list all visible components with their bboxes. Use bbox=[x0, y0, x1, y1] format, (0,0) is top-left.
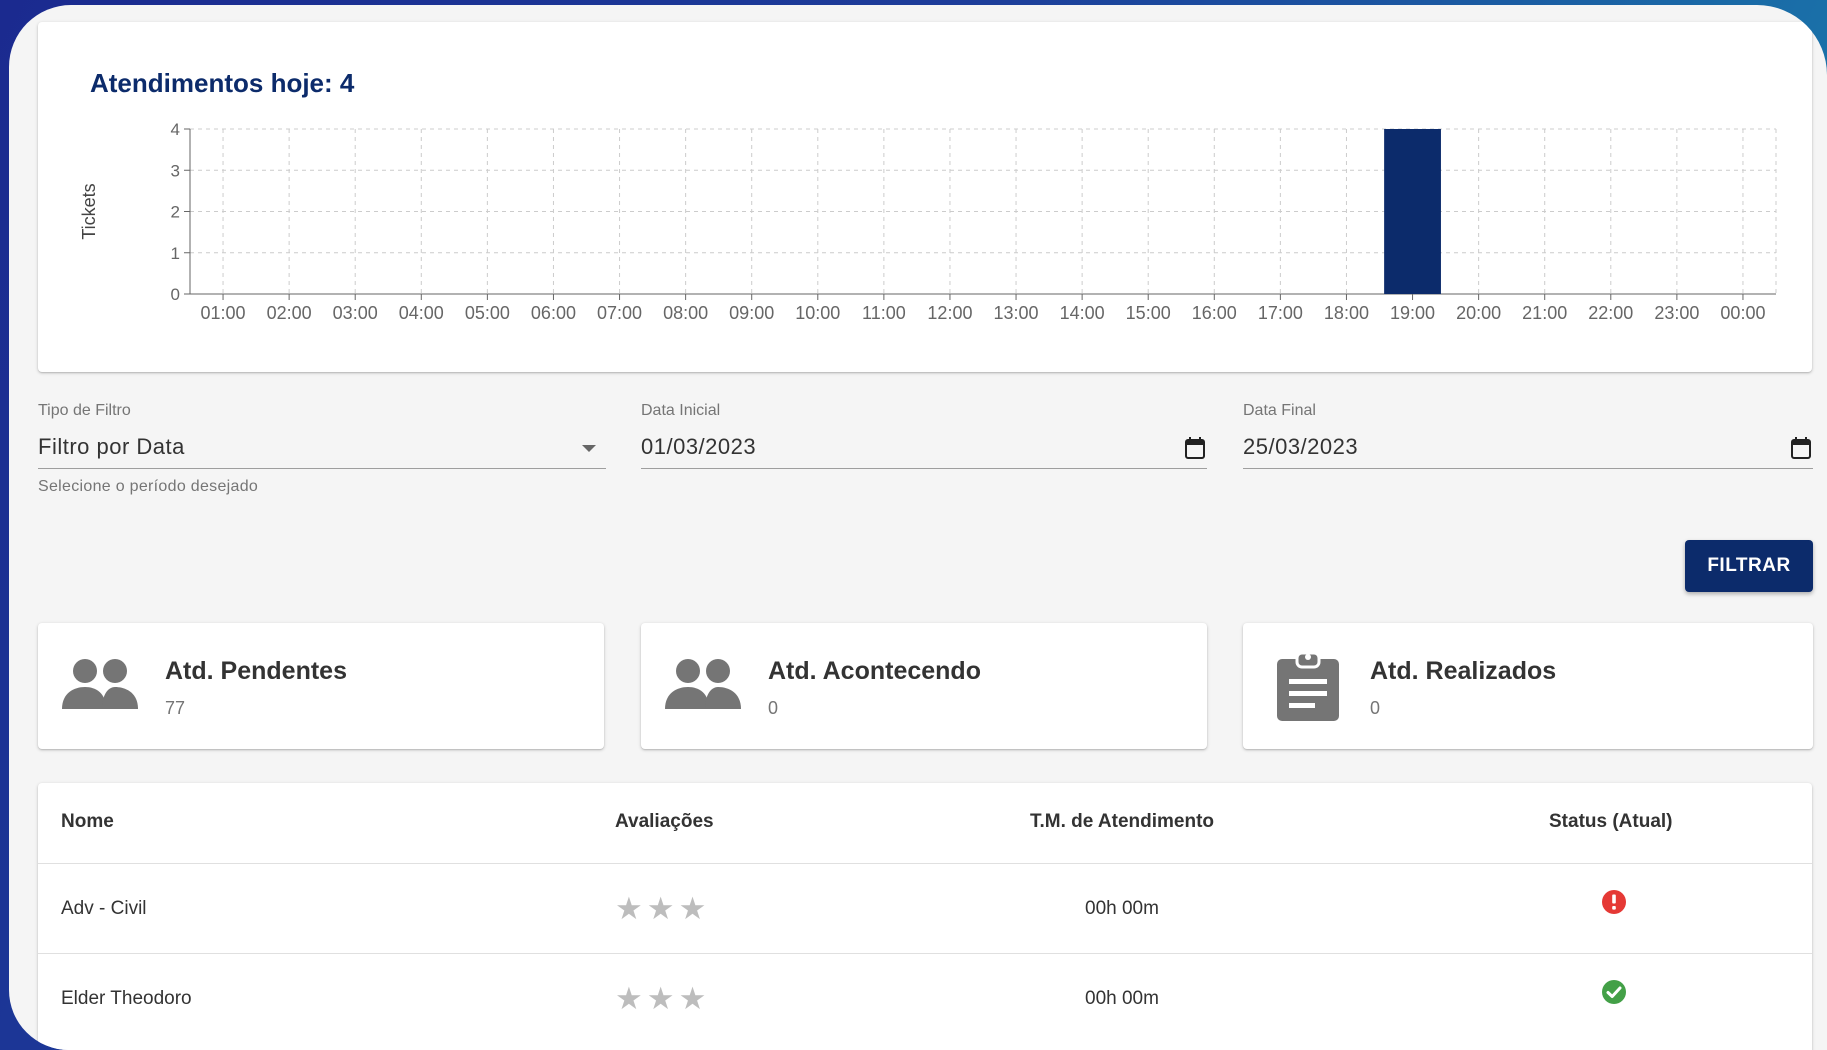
end-date-field[interactable]: Data Final 25/03/2023 bbox=[1243, 402, 1813, 482]
filter-type-value[interactable]: Filtro por Data bbox=[38, 434, 185, 460]
row-tm: 00h 00m bbox=[1085, 898, 1159, 919]
people-icon bbox=[665, 659, 741, 709]
x-tick-label: 16:00 bbox=[1192, 303, 1237, 323]
y-tick-label: 3 bbox=[171, 161, 180, 180]
x-tick-label: 23:00 bbox=[1654, 303, 1699, 323]
x-tick-label: 20:00 bbox=[1456, 303, 1501, 323]
star-icon[interactable]: ★ bbox=[679, 983, 707, 1014]
check-status-icon bbox=[1602, 980, 1626, 1004]
star-icon[interactable]: ★ bbox=[615, 893, 643, 924]
end-date-input[interactable]: 25/03/2023 bbox=[1243, 434, 1358, 460]
x-tick-label: 06:00 bbox=[531, 303, 576, 323]
x-tick-label: 22:00 bbox=[1588, 303, 1633, 323]
x-tick-label: 18:00 bbox=[1324, 303, 1369, 323]
start-date-label: Data Inicial bbox=[641, 402, 721, 419]
y-axis-label: Tickets bbox=[79, 183, 99, 239]
error-status-icon bbox=[1602, 890, 1626, 914]
star-icon[interactable]: ★ bbox=[647, 893, 675, 924]
calendar-icon[interactable] bbox=[1185, 437, 1205, 459]
y-tick-label: 4 bbox=[171, 120, 180, 139]
app-frame: Atendimentos hoje: 4 0 1 2 3 4 01:00 02:00 03:0… bbox=[9, 5, 1827, 1050]
x-tick-label: 19:00 bbox=[1390, 303, 1435, 323]
start-date-underline bbox=[641, 468, 1207, 469]
stat-card-realizados[interactable]: Atd. Realizados 0 bbox=[1243, 623, 1813, 749]
people-icon bbox=[62, 659, 138, 709]
stat-card-acontecendo[interactable]: Atd. Acontecendo 0 bbox=[641, 623, 1207, 749]
column-header-nome[interactable]: Nome bbox=[61, 811, 114, 833]
filter-button[interactable]: FILTRAR bbox=[1685, 540, 1813, 592]
x-tick-label: 09:00 bbox=[729, 303, 774, 323]
stat-title: Atd. Pendentes bbox=[165, 657, 347, 685]
filter-type-label: Tipo de Filtro bbox=[38, 402, 131, 419]
chart-card: Atendimentos hoje: 4 0 1 2 3 4 01:00 02:00 03:0… bbox=[38, 22, 1812, 372]
star-icon[interactable]: ★ bbox=[679, 893, 707, 924]
attendants-table: Nome Avaliações T.M. de Atendimento Stat… bbox=[38, 783, 1812, 1050]
x-tick-label: 08:00 bbox=[663, 303, 708, 323]
x-tick-label: 02:00 bbox=[267, 303, 312, 323]
stat-title: Atd. Realizados bbox=[1370, 657, 1557, 685]
x-tick-label: 12:00 bbox=[927, 303, 972, 323]
row-divider bbox=[38, 953, 1812, 954]
x-tick-label: 05:00 bbox=[465, 303, 510, 323]
x-tick-label: 07:00 bbox=[597, 303, 642, 323]
row-tm: 00h 00m bbox=[1085, 988, 1159, 1009]
stat-count: 0 bbox=[1370, 698, 1381, 718]
tickets-chart: 0 1 2 3 4 01:00 02:00 03:00 04:00 05:00 06:00 07:00… bbox=[79, 120, 1777, 323]
column-header-status[interactable]: Status (Atual) bbox=[1549, 811, 1673, 833]
row-name: Adv - Civil bbox=[61, 898, 147, 919]
filter-type-underline bbox=[38, 468, 606, 469]
x-tick-label: 04:00 bbox=[399, 303, 444, 323]
y-tick-label: 2 bbox=[171, 203, 180, 222]
end-date-label: Data Final bbox=[1243, 402, 1316, 419]
y-tick-label: 0 bbox=[171, 285, 180, 304]
x-tick-label: 15:00 bbox=[1126, 303, 1171, 323]
rating-stars[interactable]: ★ ★ ★ bbox=[615, 983, 706, 1014]
x-tick-label: 00:00 bbox=[1720, 303, 1765, 323]
start-date-input[interactable]: 01/03/2023 bbox=[641, 434, 756, 460]
column-header-tm[interactable]: T.M. de Atendimento bbox=[1030, 811, 1214, 833]
stat-title: Atd. Acontecendo bbox=[768, 657, 981, 685]
x-tick-label: 13:00 bbox=[994, 303, 1039, 323]
x-tick-label: 11:00 bbox=[862, 303, 906, 323]
stat-count: 0 bbox=[768, 698, 779, 718]
x-tick-label: 21:00 bbox=[1522, 303, 1567, 323]
header-divider bbox=[38, 863, 1812, 864]
star-icon[interactable]: ★ bbox=[647, 983, 675, 1014]
filter-type-select[interactable]: Tipo de Filtro Filtro por Data Selecione… bbox=[38, 402, 606, 512]
x-tick-label: 01:00 bbox=[201, 303, 246, 323]
row-name: Elder Theodoro bbox=[61, 988, 192, 1009]
end-date-underline bbox=[1243, 468, 1813, 469]
filter-type-helper: Selecione o período desejado bbox=[38, 478, 259, 495]
clipboard-icon bbox=[1277, 651, 1339, 721]
start-date-field[interactable]: Data Inicial 01/03/2023 bbox=[641, 402, 1207, 482]
x-tick-label: 17:00 bbox=[1258, 303, 1303, 323]
column-header-avaliacoes[interactable]: Avaliações bbox=[615, 811, 714, 833]
star-icon[interactable]: ★ bbox=[615, 983, 643, 1014]
rating-stars[interactable]: ★ ★ ★ bbox=[615, 893, 706, 924]
bar-1900 bbox=[1384, 129, 1441, 294]
dropdown-arrow-icon[interactable] bbox=[581, 444, 597, 454]
stat-count: 77 bbox=[165, 698, 186, 718]
x-tick-label: 10:00 bbox=[795, 303, 840, 323]
x-tick-label: 14:00 bbox=[1060, 303, 1105, 323]
calendar-icon[interactable] bbox=[1791, 437, 1811, 459]
x-tick-label: 03:00 bbox=[333, 303, 378, 323]
y-tick-label: 1 bbox=[171, 244, 180, 263]
stat-card-pendentes[interactable]: Atd. Pendentes 77 bbox=[38, 623, 604, 749]
